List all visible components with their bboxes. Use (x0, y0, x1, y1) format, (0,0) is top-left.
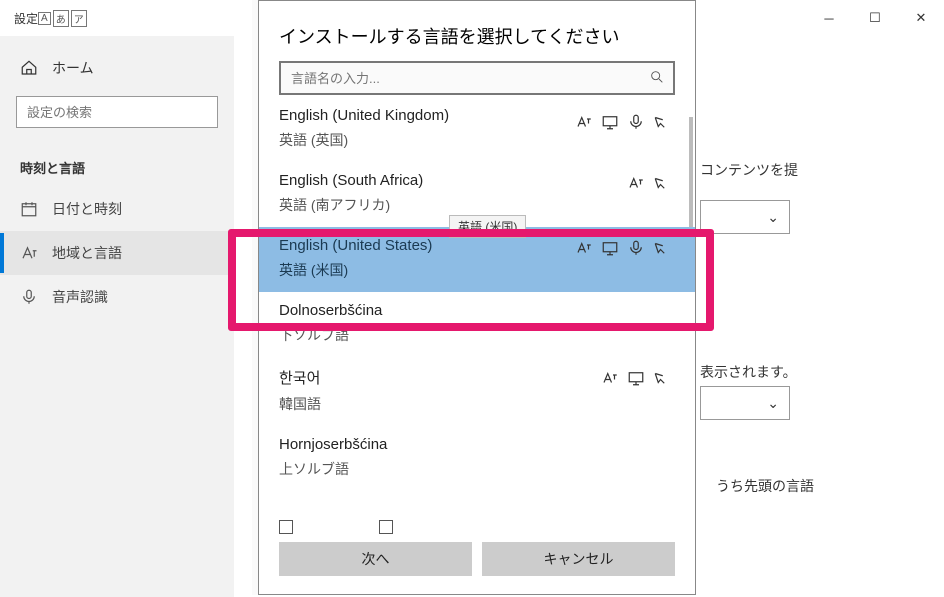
sidebar-home-label: ホーム (52, 58, 94, 78)
display-language-icon (627, 369, 645, 387)
sidebar-search[interactable] (16, 96, 218, 128)
language-localized-name: 英語 (南アフリカ) (279, 195, 675, 215)
bg-text-fragment: 表示されます。 (700, 362, 797, 382)
bg-text-fragment: うち先頭の言語 (716, 476, 814, 496)
close-button[interactable]: ✕ (898, 3, 944, 33)
handwriting-icon (653, 369, 671, 387)
speech-recognition-icon (627, 239, 645, 257)
language-localized-name: 韓国語 (279, 394, 675, 414)
sidebar-item-label: 地域と言語 (52, 243, 122, 263)
maximize-button[interactable]: ☐ (852, 3, 898, 33)
dialog-footer: 次へ キャンセル (259, 532, 695, 594)
handwriting-icon (653, 174, 671, 192)
text-to-speech-icon (575, 113, 593, 131)
sidebar-item-region-language[interactable]: 地域と言語 (0, 231, 234, 275)
language-capabilities (601, 369, 671, 387)
language-item[interactable]: 英語 (米国)English (United States)英語 (米国) (259, 227, 695, 292)
bg-text-fragment: コンテンツを提 (700, 160, 798, 180)
window-title: 設定 (0, 10, 38, 27)
display-language-icon (601, 239, 619, 257)
handwriting-icon (653, 239, 671, 257)
home-icon (20, 59, 38, 77)
cancel-button[interactable]: キャンセル (482, 542, 675, 576)
ime-indicators: Aあア (38, 10, 87, 27)
language-search[interactable] (279, 61, 675, 95)
language-item[interactable]: Hornjoserbšćina 上ソルブ語 (259, 426, 695, 491)
display-language-icon (601, 113, 619, 131)
sidebar-search-input[interactable] (16, 96, 218, 128)
sidebar-item-label: 音声認識 (52, 287, 108, 307)
text-to-speech-icon (601, 369, 619, 387)
sidebar-home[interactable]: ホーム (0, 48, 234, 88)
mic-icon (20, 288, 38, 306)
search-icon (649, 69, 665, 85)
dropdown[interactable] (700, 386, 790, 420)
language-item[interactable]: 한국어韓国語 (259, 357, 695, 426)
text-to-speech-icon (575, 239, 593, 257)
window-controls: ─ ☐ ✕ (806, 3, 944, 33)
dialog-title: インストールする言語を選択してください (259, 1, 695, 61)
language-search-input[interactable] (279, 61, 675, 95)
language-capabilities (627, 174, 671, 192)
language-localized-name: 上ソルブ語 (279, 459, 675, 479)
calendar-icon (20, 200, 38, 218)
language-localized-name: 英語 (米国) (279, 260, 675, 280)
minimize-button[interactable]: ─ (806, 3, 852, 33)
speech-recognition-icon (627, 113, 645, 131)
language-localized-name: 下ソルブ語 (279, 325, 675, 345)
dropdown[interactable] (700, 200, 790, 234)
sidebar: ホーム 時刻と言語 日付と時刻 地域と言語 (0, 36, 234, 597)
language-native-name: English (South Africa) (279, 172, 675, 189)
language-native-name: Hornjoserbšćina (279, 436, 675, 453)
next-button[interactable]: 次へ (279, 542, 472, 576)
sidebar-item-datetime[interactable]: 日付と時刻 (0, 187, 234, 231)
sidebar-group-title: 時刻と言語 (0, 148, 234, 187)
language-capabilities (575, 113, 671, 131)
tooltip: 英語 (米国) (449, 215, 526, 238)
language-a-icon (20, 244, 38, 262)
language-list[interactable]: English (United Kingdom)英語 (英国) English (… (259, 101, 695, 514)
language-item[interactable]: Dolnoserbšćina 下ソルブ語 (259, 292, 695, 357)
handwriting-icon (653, 113, 671, 131)
sidebar-item-label: 日付と時刻 (52, 199, 122, 219)
sidebar-item-speech[interactable]: 音声認識 (0, 275, 234, 319)
language-install-dialog: インストールする言語を選択してください English (United King… (258, 0, 696, 595)
language-capabilities (575, 239, 671, 257)
language-item[interactable]: English (United Kingdom)英語 (英国) (259, 101, 695, 162)
dialog-options-obscured (259, 514, 695, 532)
language-localized-name: 英語 (英国) (279, 130, 675, 150)
language-native-name: Dolnoserbšćina (279, 302, 675, 319)
text-to-speech-icon (627, 174, 645, 192)
